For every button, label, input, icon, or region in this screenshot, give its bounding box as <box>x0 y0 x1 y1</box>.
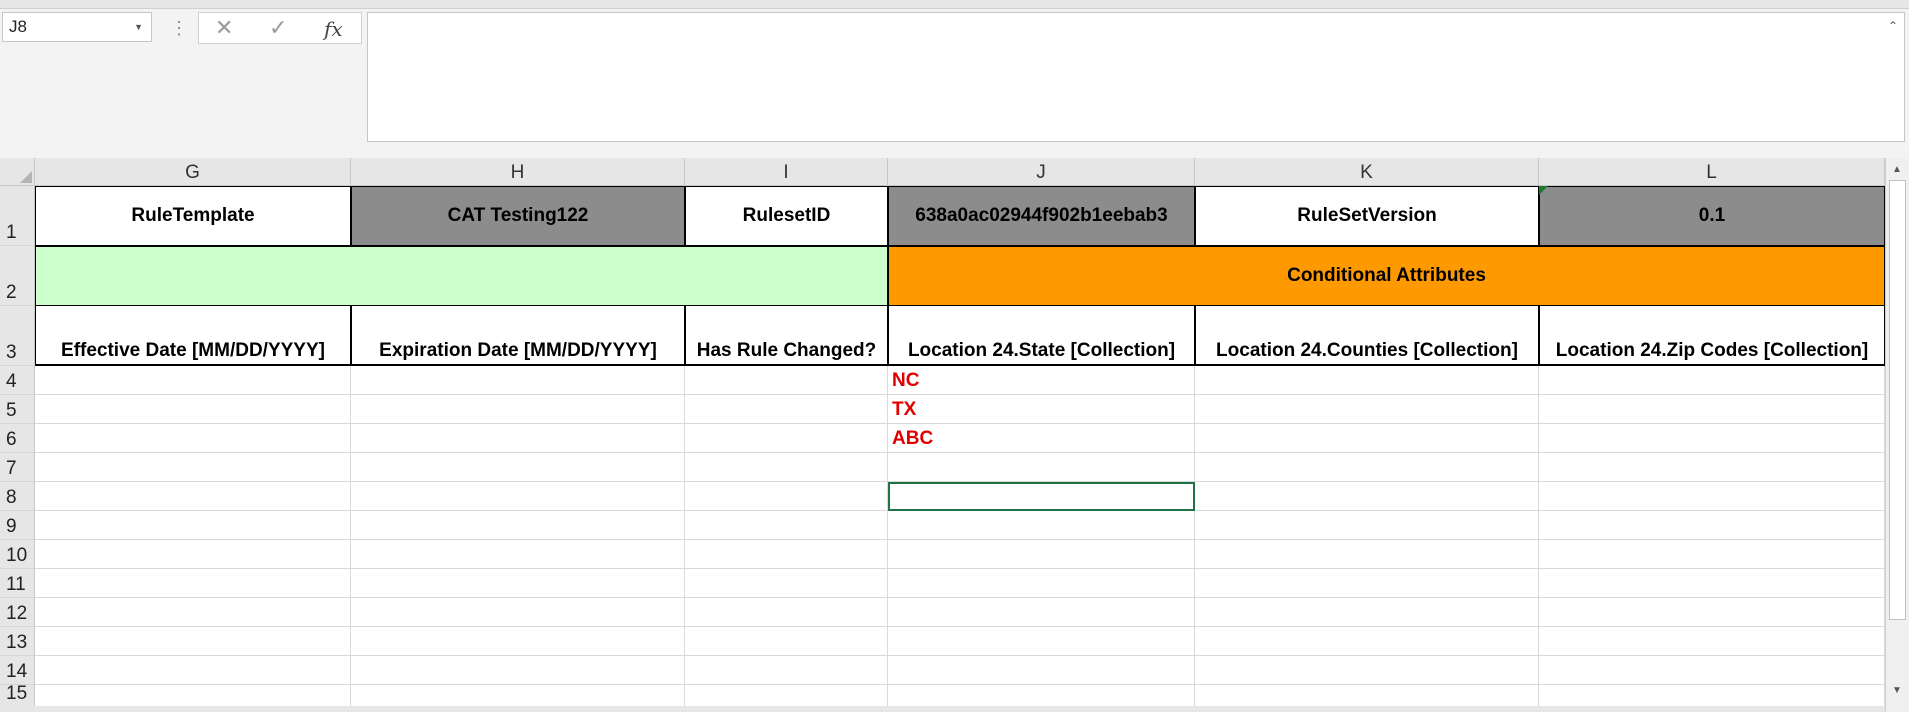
sheet-tabs-strip <box>0 706 1885 712</box>
vertical-scrollbar[interactable]: ▲ ▼ <box>1885 158 1909 712</box>
cell-k3[interactable]: Location 24.Counties [Collection] <box>1195 306 1539 366</box>
formula-buttons: ✕ ✓ fx <box>198 12 362 44</box>
row-header[interactable]: 13 <box>0 627 35 656</box>
cell-k1[interactable]: RuleSetVersion <box>1195 186 1539 246</box>
row-header[interactable]: 14 <box>0 656 35 685</box>
name-box[interactable]: J8 ▼ <box>2 12 152 42</box>
row-header[interactable]: 1 <box>0 186 35 246</box>
more-options-icon[interactable]: ⋮ <box>170 19 188 37</box>
row-header[interactable]: 2 <box>0 246 35 306</box>
select-all-button[interactable] <box>0 158 35 186</box>
scroll-up-icon[interactable]: ▲ <box>1892 164 1902 175</box>
column-header-j[interactable]: J <box>888 158 1195 186</box>
scroll-down-icon[interactable]: ▼ <box>1892 685 1902 696</box>
row-header[interactable]: 7 <box>0 453 35 482</box>
cell-h3[interactable]: Expiration Date [MM/DD/YYYY] <box>351 306 685 366</box>
column-header-h[interactable]: H <box>351 158 685 186</box>
cell-j5[interactable]: TX <box>888 395 1195 424</box>
cell-i1[interactable]: RulesetID <box>685 186 888 246</box>
green-band-cell[interactable] <box>35 246 888 306</box>
row-header[interactable]: 9 <box>0 511 35 540</box>
enter-icon[interactable]: ✓ <box>269 15 287 41</box>
column-header-i[interactable]: I <box>685 158 888 186</box>
cell-i3[interactable]: Has Rule Changed? <box>685 306 888 366</box>
row-header[interactable]: 3 <box>0 306 35 366</box>
row-header[interactable]: 10 <box>0 540 35 569</box>
cell-l1[interactable]: 0.1 <box>1539 186 1885 246</box>
insert-function-icon[interactable]: fx <box>324 17 343 41</box>
column-header-g[interactable]: G <box>35 158 351 186</box>
conditional-attributes-header[interactable]: Conditional Attributes <box>888 246 1885 306</box>
row-header[interactable]: 11 <box>0 569 35 598</box>
ribbon-edge <box>0 0 1909 9</box>
row-header[interactable]: 6 <box>0 424 35 453</box>
chevron-down-icon[interactable]: ▼ <box>134 13 143 41</box>
column-header-k[interactable]: K <box>1195 158 1539 186</box>
gridline <box>350 366 351 706</box>
cell-j4[interactable]: NC <box>888 366 1195 395</box>
gridline <box>684 366 685 706</box>
cell-j6[interactable]: ABC <box>888 424 1195 453</box>
cell-j3[interactable]: Location 24.State [Collection] <box>888 306 1195 366</box>
cancel-icon[interactable]: ✕ <box>215 15 233 41</box>
cell-g1[interactable]: RuleTemplate <box>35 186 351 246</box>
cell-h1[interactable]: CAT Testing122 <box>351 186 685 246</box>
formula-input[interactable]: ⌃ <box>367 12 1905 142</box>
active-cell-j8[interactable] <box>888 482 1195 511</box>
name-box-value: J8 <box>9 17 27 36</box>
row-header[interactable]: 12 <box>0 598 35 627</box>
cell-j1[interactable]: 638a0ac02944f902b1eebab3 <box>888 186 1195 246</box>
comment-indicator <box>1539 186 1548 195</box>
cell-g3[interactable]: Effective Date [MM/DD/YYYY] <box>35 306 351 366</box>
row-header[interactable]: 4 <box>0 366 35 395</box>
gridline <box>1538 366 1539 706</box>
scrollbar-thumb[interactable] <box>1889 180 1906 620</box>
column-header-l[interactable]: L <box>1539 158 1885 186</box>
cell-l3[interactable]: Location 24.Zip Codes [Collection] <box>1539 306 1885 366</box>
row-header[interactable]: 5 <box>0 395 35 424</box>
worksheet-grid: RuleTemplate CAT Testing122 RulesetID 63… <box>35 186 1885 706</box>
row-header[interactable]: 8 <box>0 482 35 511</box>
collapse-formula-bar-icon[interactable]: ⌃ <box>1888 19 1898 33</box>
row-header[interactable]: 15 <box>0 683 35 706</box>
